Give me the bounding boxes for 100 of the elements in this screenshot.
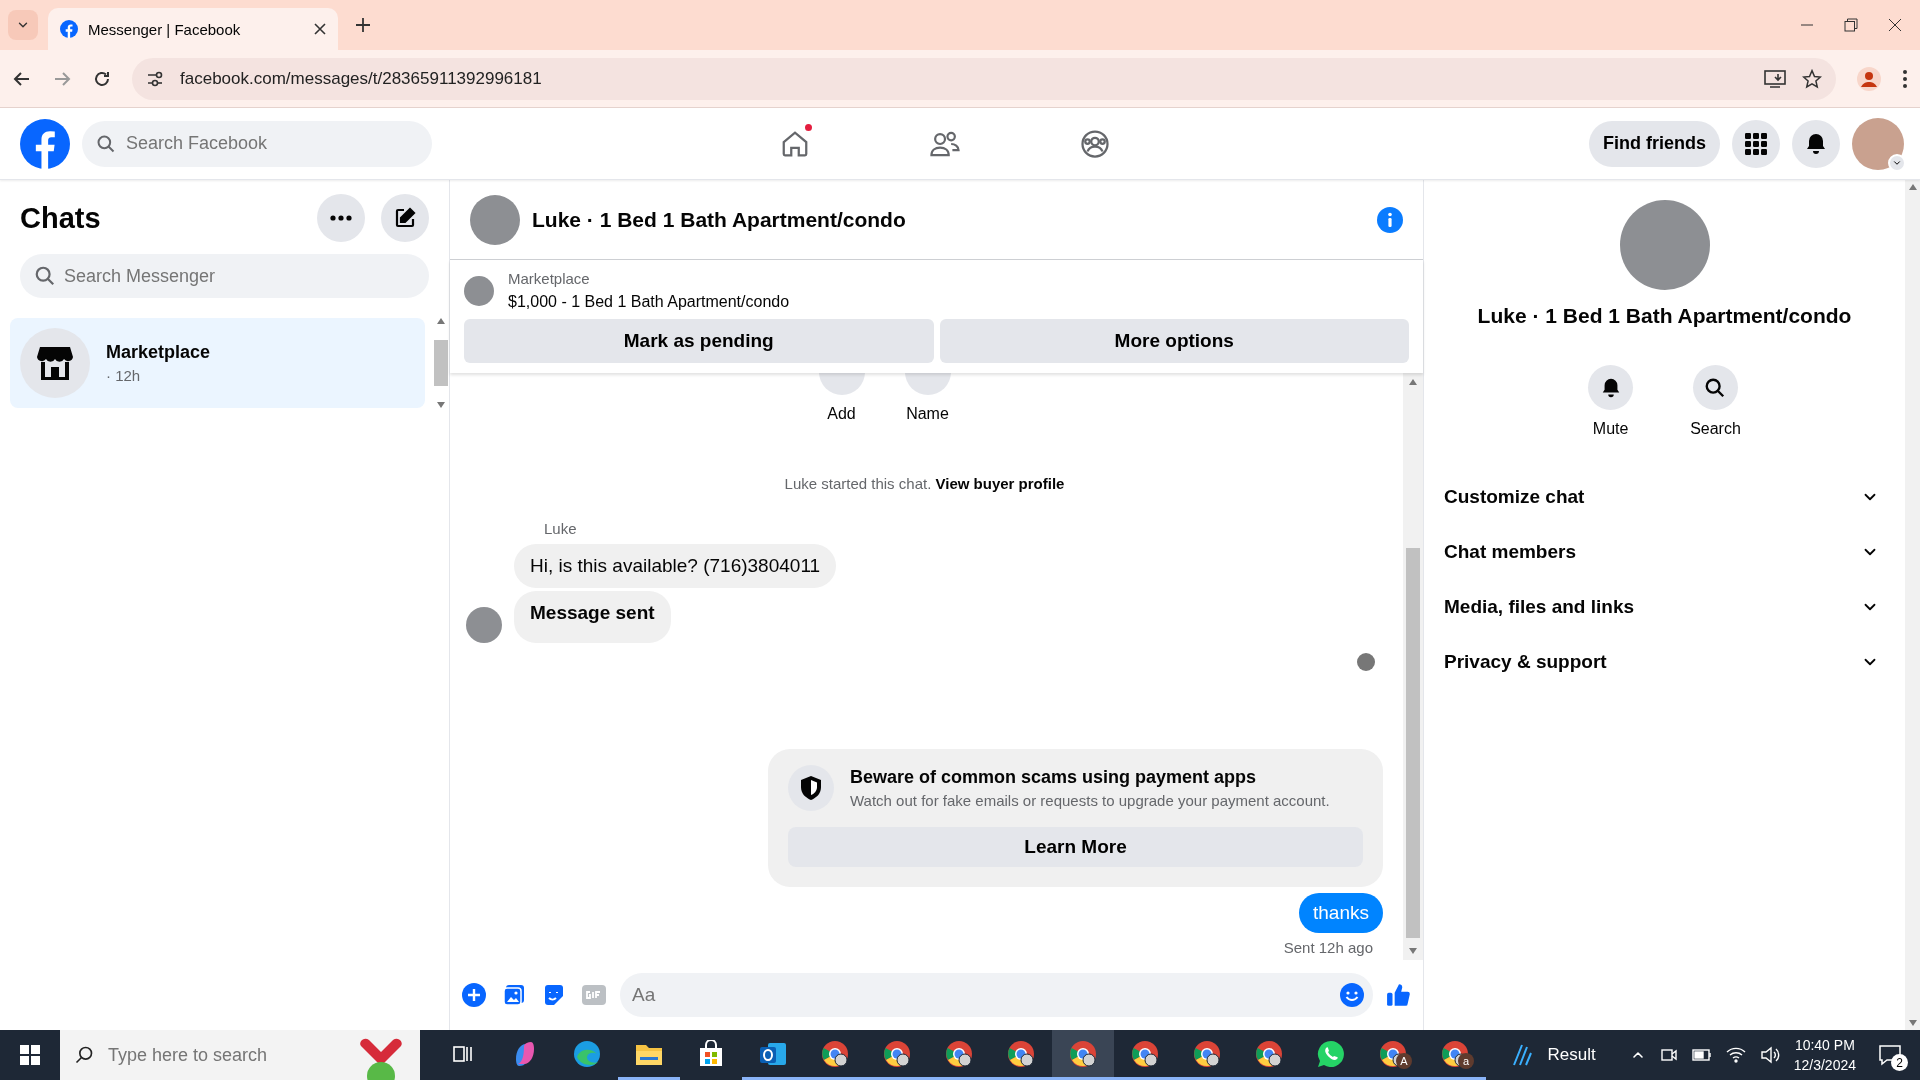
photo-placeholder xyxy=(464,275,494,306)
scroll-up-icon[interactable] xyxy=(1908,184,1917,190)
sender-name: Luke xyxy=(544,520,578,537)
find-friends-button[interactable]: Find friends xyxy=(1589,120,1720,167)
listing-action-button[interactable]: Mark as pending xyxy=(464,319,934,363)
chat-started-note: Luke started this chat. xyxy=(784,475,933,492)
notification-center-button[interactable]: 2 xyxy=(1870,1035,1910,1075)
search-icon xyxy=(34,265,56,287)
chat-list-item[interactable]: Marketplace · 12h xyxy=(10,318,425,408)
edge-icon xyxy=(572,1038,602,1069)
profile-badge: a xyxy=(1458,1053,1474,1069)
chat-name: Marketplace xyxy=(106,342,211,363)
chat-time: · 12h xyxy=(106,367,142,384)
close-icon[interactable] xyxy=(314,23,326,35)
messenger-search-field[interactable]: Search Messenger xyxy=(20,254,429,298)
menu-grid-button[interactable] xyxy=(1732,119,1780,168)
browser-tab[interactable]: Messenger | Facebook xyxy=(48,8,338,50)
conversation-title[interactable]: Luke · 1 Bed 1 Bath Apartment/condo xyxy=(532,207,1365,232)
speaker-icon[interactable] xyxy=(1759,1046,1780,1064)
taskbar-app[interactable] xyxy=(1052,1030,1114,1080)
store-icon xyxy=(697,1039,725,1068)
notifications-button[interactable] xyxy=(1792,119,1840,168)
message-bubble: thanks xyxy=(1299,893,1383,933)
listing-label: Marketplace xyxy=(508,270,591,287)
weather-label[interactable]: Result xyxy=(1547,1045,1596,1065)
scroll-down-icon[interactable] xyxy=(1908,1020,1917,1026)
browser-icon xyxy=(944,1038,974,1069)
photo-placeholder xyxy=(470,194,520,245)
restore-icon[interactable] xyxy=(1844,18,1858,32)
search-icon xyxy=(74,1045,94,1065)
groups-icon xyxy=(1080,128,1110,159)
avatar-placeholder xyxy=(466,607,502,643)
close-icon[interactable] xyxy=(1888,18,1902,32)
listing-action-button[interactable]: More options xyxy=(939,319,1409,363)
thumbs-up-button[interactable] xyxy=(1385,981,1413,1009)
wifi-icon[interactable] xyxy=(1725,1046,1746,1064)
taskbar-app[interactable]: a xyxy=(1424,1030,1486,1080)
message-input-field[interactable]: Aa xyxy=(620,973,1373,1017)
search-icon xyxy=(1704,376,1727,399)
taskbar-app[interactable]: A xyxy=(1362,1030,1424,1080)
grid-icon xyxy=(1745,132,1767,155)
emoji-icon[interactable] xyxy=(1339,982,1365,1008)
menu-icon[interactable] xyxy=(1902,68,1908,89)
site-settings-icon xyxy=(146,69,164,88)
message-status: Sent 12h ago xyxy=(1283,939,1373,956)
install-icon[interactable] xyxy=(1764,68,1786,89)
compose-icon xyxy=(393,206,417,230)
clock[interactable]: 10:40 PM 12/3/2024 xyxy=(1793,1035,1856,1075)
add-button[interactable] xyxy=(460,981,488,1009)
chat-app-icon xyxy=(1316,1038,1346,1069)
details-section[interactable]: Privacy & support xyxy=(1444,634,1885,689)
view-buyer-profile-link[interactable]: View buyer profile xyxy=(935,475,1065,492)
read-receipt-avatar xyxy=(1357,653,1375,671)
browser-icon xyxy=(882,1038,912,1069)
details-section[interactable]: Media, files and links xyxy=(1444,579,1885,634)
info-icon[interactable] xyxy=(1377,206,1403,233)
windows-logo-icon xyxy=(20,1045,40,1065)
details-section[interactable]: Chat members xyxy=(1444,524,1885,579)
facebook-logo-icon[interactable] xyxy=(20,118,70,169)
details-section[interactable]: Customize chat xyxy=(1444,469,1885,524)
scroll-down-icon[interactable] xyxy=(1409,948,1417,954)
message-bubble: Message sent xyxy=(514,591,671,643)
browser-icon xyxy=(1006,1038,1036,1069)
notification-dot xyxy=(803,121,814,133)
shop-icon xyxy=(36,345,74,381)
action-label: Add xyxy=(827,405,856,423)
warning-text: Watch out for fake emails or requests to upgrade your payment account. xyxy=(850,792,1330,809)
action-label: Name xyxy=(906,405,949,423)
search-field[interactable]: Search Facebook xyxy=(82,120,432,167)
learn-more-button[interactable]: Learn More xyxy=(788,827,1363,867)
tab-title: Messenger | Facebook xyxy=(88,20,242,38)
more-button[interactable] xyxy=(317,194,365,242)
details-title: Luke · 1 Bed 1 Bath Apartment/condo xyxy=(1477,304,1852,328)
browser-icon xyxy=(1130,1038,1160,1069)
shield-icon xyxy=(799,775,823,801)
new-message-button[interactable] xyxy=(381,194,429,242)
browser-icon xyxy=(1254,1038,1284,1069)
more-icon xyxy=(330,215,352,221)
mute-button[interactable]: Mute xyxy=(1582,364,1640,439)
scroll-down-icon[interactable] xyxy=(437,402,445,408)
profile-icon[interactable] xyxy=(1856,65,1882,92)
star-icon[interactable] xyxy=(1802,68,1822,89)
battery-icon[interactable] xyxy=(1691,1048,1712,1062)
profile-badge: A xyxy=(1396,1053,1412,1069)
browser-icon xyxy=(1192,1038,1222,1069)
plus-icon xyxy=(355,17,371,33)
taskbar-search-field[interactable]: Type here to search xyxy=(60,1030,420,1080)
listing-title[interactable]: $1,000 - 1 Bed 1 Bath Apartment/condo xyxy=(508,293,790,311)
facebook-logo-icon xyxy=(60,20,78,38)
meet-icon[interactable] xyxy=(1659,1046,1678,1064)
bell-icon xyxy=(1804,131,1828,156)
search-button[interactable]: Search xyxy=(1684,364,1747,439)
url-text: facebook.com/messages/t/28365911392996181 xyxy=(180,68,542,89)
chats-heading: Chats xyxy=(20,201,102,235)
warning-title: Beware of common scams using payment apps xyxy=(850,767,1258,788)
scroll-up-icon[interactable] xyxy=(1409,379,1417,385)
chat-bubble-icon xyxy=(1878,1044,1902,1066)
search-icon xyxy=(96,133,116,154)
scroll-up-icon[interactable] xyxy=(437,318,445,324)
address-bar[interactable]: facebook.com/messages/t/28365911392996181 xyxy=(132,57,1836,100)
